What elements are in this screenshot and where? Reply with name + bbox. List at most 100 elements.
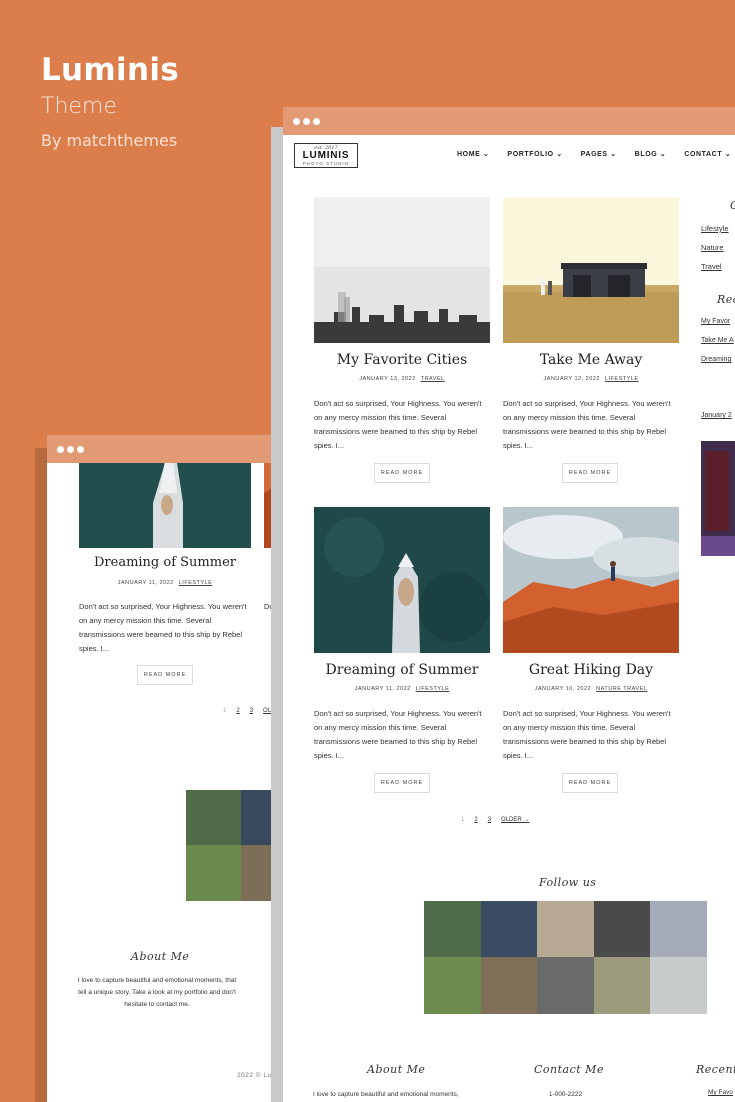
page-2-link[interactable]: 2 bbox=[236, 708, 239, 714]
category-link-lifestyle[interactable]: Lifestyle bbox=[701, 224, 729, 233]
post-title[interactable]: Take Me Away bbox=[503, 352, 679, 368]
post-category-link[interactable]: LIFESTYLE bbox=[605, 376, 639, 382]
post-date: JANUARY 11, 2022 bbox=[117, 580, 174, 586]
post-excerpt: Don't act so surprised, Your Highness. Y… bbox=[503, 709, 671, 760]
post-meta: JANUARY 11, 2022 LIFESTYLE bbox=[79, 580, 251, 586]
post-meta: JANUARY 12, 2022 LIFESTYLE bbox=[503, 376, 679, 382]
instagram-photo[interactable] bbox=[424, 901, 481, 957]
post-image-dreaming[interactable] bbox=[314, 507, 490, 653]
main-nav: HOME ⌄ PORTFOLIO ⌄ PAGES ⌄ BLOG ⌄ CONTAC… bbox=[457, 150, 731, 158]
page-1-link[interactable]: 1 bbox=[223, 708, 226, 714]
nav-pages[interactable]: PAGES ⌄ bbox=[581, 150, 617, 158]
post-image-hiking[interactable] bbox=[503, 507, 679, 653]
post-excerpt: Don't act so surprised, Your Highness. Y… bbox=[79, 602, 247, 653]
window-dot-icon bbox=[303, 117, 310, 125]
instagram-photo[interactable] bbox=[480, 901, 538, 957]
window-dot-icon bbox=[77, 445, 84, 453]
front-window-shadow bbox=[271, 127, 283, 1102]
post-excerpt: Don't act so surprised, Your Highness. Y… bbox=[314, 399, 482, 450]
post-card-take-me-away: Take Me Away JANUARY 12, 2022 LIFESTYLE … bbox=[503, 352, 679, 487]
instagram-photo[interactable] bbox=[593, 957, 651, 1014]
category-link-travel[interactable]: Travel bbox=[701, 262, 722, 271]
about-me-text: I love to capture beautiful and emotiona… bbox=[77, 977, 237, 1008]
post-meta: JANUARY 11, 2022 LIFESTYLE bbox=[314, 686, 490, 692]
window-dot-icon bbox=[57, 445, 64, 453]
brand-title: Luminis bbox=[41, 52, 179, 88]
post-title[interactable]: My Favorite Cities bbox=[314, 352, 490, 368]
logo-name: LUMINIS bbox=[302, 150, 350, 161]
brand-byline: By matchthemes bbox=[41, 131, 178, 150]
footer-recent-link[interactable]: My Favo bbox=[708, 1089, 733, 1096]
footer-contact-title: Contact Me bbox=[534, 1063, 604, 1076]
post-card-cities: My Favorite Cities JANUARY 13, 2022 TRAV… bbox=[314, 352, 490, 487]
page-3-link[interactable]: 3 bbox=[488, 817, 491, 823]
footer-recent-title: Recent bbox=[696, 1063, 735, 1076]
front-window-titlebar bbox=[283, 107, 735, 135]
front-browser-window: est. 2017 LUMINIS PHOTO STUDIO HOME ⌄ PO… bbox=[283, 107, 735, 1102]
footer-about-text: I love to capture beautiful and emotiona… bbox=[313, 1091, 459, 1098]
follow-us-title: Follow us bbox=[539, 876, 597, 889]
instagram-photo[interactable] bbox=[650, 957, 707, 1014]
post-title[interactable]: Dreaming of Summer bbox=[79, 555, 251, 570]
page-1-link[interactable]: 1 bbox=[461, 817, 464, 823]
post-date: JANUARY 13, 2022 bbox=[359, 376, 416, 382]
read-more-button[interactable]: READ MORE bbox=[562, 463, 618, 483]
back-browser-window: Dreaming of Summer JANUARY 11, 2022 LIFE… bbox=[47, 435, 287, 1102]
instagram-photo[interactable] bbox=[424, 957, 481, 1014]
categories-title: C bbox=[730, 199, 735, 212]
instagram-grid bbox=[424, 901, 707, 1014]
post-meta: JANUARY 13, 2022 TRAVEL bbox=[314, 376, 490, 382]
post-category-link[interactable]: LIFESTYLE bbox=[416, 686, 450, 692]
older-link[interactable]: OLDER → bbox=[501, 817, 529, 823]
page-3-link[interactable]: 3 bbox=[250, 708, 253, 714]
category-link-nature[interactable]: Nature bbox=[701, 243, 724, 252]
instagram-photo[interactable] bbox=[186, 790, 241, 845]
instagram-photo[interactable] bbox=[480, 957, 538, 1014]
nav-home[interactable]: HOME ⌄ bbox=[457, 150, 489, 158]
instagram-photo[interactable] bbox=[537, 901, 594, 957]
post-card-dreaming: Dreaming of Summer JANUARY 11, 2022 LIFE… bbox=[314, 662, 490, 797]
post-excerpt: Don't act so surprised, Your Highness. Y… bbox=[314, 709, 482, 760]
brand-block: Luminis Theme By matchthemes bbox=[41, 52, 179, 150]
post-title[interactable]: Great Hiking Day bbox=[503, 662, 679, 678]
nav-portfolio[interactable]: PORTFOLIO ⌄ bbox=[507, 150, 562, 158]
instagram-photo[interactable] bbox=[186, 845, 241, 901]
logo-tagline: PHOTO STUDIO bbox=[302, 161, 350, 166]
read-more-button[interactable]: READ MORE bbox=[562, 773, 618, 793]
post-meta: JANUARY 10, 2022 NATURE TRAVEL bbox=[503, 686, 679, 692]
window-dot-icon bbox=[293, 117, 300, 125]
footer-contact-phone: 1-000-2222 bbox=[548, 1091, 583, 1098]
read-more-button[interactable]: READ MORE bbox=[374, 463, 430, 483]
recent-post-link[interactable]: Take Me A bbox=[701, 337, 734, 344]
nav-contact[interactable]: CONTACT ⌄ bbox=[684, 150, 731, 158]
about-me-title: About Me bbox=[131, 950, 190, 963]
pagination: 1 2 3 OLDER → bbox=[461, 817, 529, 823]
post-category-link[interactable]: TRAVEL bbox=[421, 376, 445, 382]
site-logo[interactable]: est. 2017 LUMINIS PHOTO STUDIO bbox=[294, 143, 358, 168]
post-card-hiking: Great Hiking Day JANUARY 10, 2022 NATURE… bbox=[503, 662, 679, 797]
read-more-button[interactable]: READ MORE bbox=[137, 665, 193, 685]
brand-subtitle: Theme bbox=[41, 94, 117, 119]
post-image-cities[interactable] bbox=[314, 197, 490, 343]
read-more-button[interactable]: READ MORE bbox=[374, 773, 430, 793]
post-excerpt: Don't act so surprised, Your Highness. Y… bbox=[503, 399, 671, 450]
post-category-link[interactable]: LIFESTYLE bbox=[179, 580, 213, 586]
back-window-titlebar bbox=[47, 435, 287, 463]
post-title[interactable]: Dreaming of Summer bbox=[314, 662, 490, 678]
post-image-take-me-away[interactable] bbox=[503, 197, 679, 343]
recent-post-link[interactable]: Dreaming bbox=[701, 356, 731, 363]
post-category-link[interactable]: NATURE TRAVEL bbox=[596, 686, 647, 692]
instagram-photo[interactable] bbox=[650, 901, 707, 957]
recent-posts-title: Rec bbox=[717, 293, 735, 306]
recent-post-link[interactable]: My Favor bbox=[701, 318, 730, 325]
post-date: JANUARY 10, 2022 bbox=[534, 686, 592, 692]
post-image-dreaming[interactable] bbox=[79, 463, 251, 548]
instagram-photo[interactable] bbox=[593, 901, 651, 957]
page-2-link[interactable]: 2 bbox=[474, 817, 477, 823]
post-date: JANUARY 12, 2022 bbox=[543, 376, 600, 382]
post-date: JANUARY 11, 2022 bbox=[354, 686, 411, 692]
instagram-photo[interactable] bbox=[537, 957, 594, 1014]
nav-blog[interactable]: BLOG ⌄ bbox=[635, 150, 667, 158]
sidebar-image[interactable] bbox=[701, 441, 735, 556]
archive-link[interactable]: January 2 bbox=[701, 412, 732, 419]
